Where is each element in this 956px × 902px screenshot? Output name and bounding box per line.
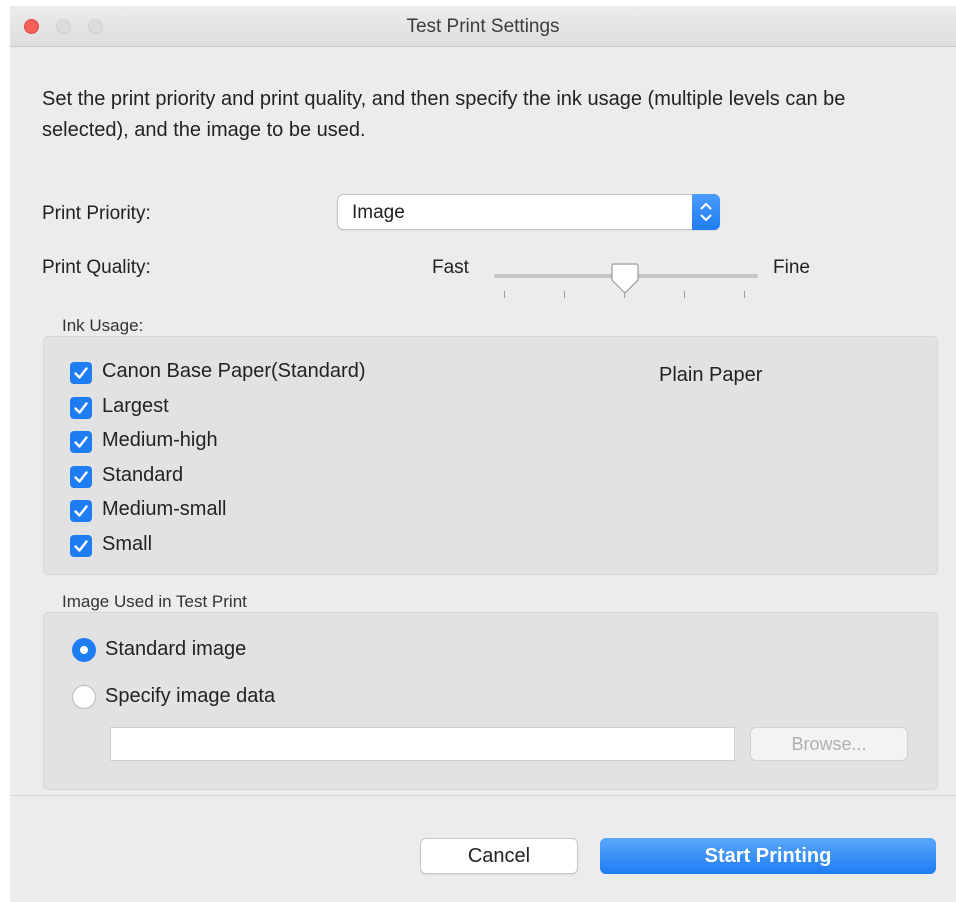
- image-path-field[interactable]: [110, 727, 735, 761]
- slider-knob[interactable]: [610, 262, 640, 296]
- checkbox-checked-icon: [70, 535, 92, 557]
- title-bar: Test Print Settings: [10, 6, 956, 47]
- checkbox-checked-icon: [70, 466, 92, 488]
- checkbox-checked-icon: [70, 431, 92, 453]
- checkbox-label: Largest: [102, 395, 169, 417]
- slider-min-label: Fast: [432, 257, 469, 278]
- browse-button[interactable]: Browse...: [750, 727, 908, 761]
- checkbox-checked-icon: [70, 500, 92, 522]
- checkbox-checked-icon: [70, 362, 92, 384]
- checkbox-checked-icon: [70, 397, 92, 419]
- slider-tick: [744, 291, 745, 298]
- image-section-label: Image Used in Test Print: [62, 592, 247, 611]
- window-title: Test Print Settings: [406, 16, 560, 37]
- start-printing-button[interactable]: Start Printing: [600, 838, 936, 874]
- slider-tick: [504, 291, 505, 298]
- print-priority-value: Image: [352, 202, 405, 223]
- radio-label: Standard image: [105, 638, 247, 660]
- checkbox-label: Small: [102, 533, 153, 555]
- separator: [10, 795, 956, 796]
- slider-tick: [684, 291, 685, 298]
- print-quality-label: Print Quality:: [42, 257, 151, 278]
- radio-unselected-icon: [72, 685, 96, 709]
- slider-tick: [564, 291, 565, 298]
- radio-selected-icon: [72, 638, 96, 662]
- cancel-button[interactable]: Cancel: [420, 838, 578, 874]
- paper-type-label: Plain Paper: [659, 364, 763, 386]
- radio-label: Specify image data: [105, 685, 276, 707]
- ink-usage-label: Ink Usage:: [62, 316, 144, 335]
- checkbox-label: Medium-small: [102, 498, 227, 520]
- print-priority-label: Print Priority:: [42, 203, 151, 224]
- checkbox-label: Canon Base Paper(Standard): [102, 360, 366, 382]
- print-priority-popup[interactable]: Image: [337, 194, 720, 230]
- dialog-window: Test Print Settings Set the print priori…: [10, 6, 956, 902]
- slider-max-label: Fine: [773, 257, 810, 278]
- checkbox-label: Standard: [102, 464, 184, 486]
- updown-chevron-icon: [692, 194, 720, 230]
- checkbox-label: Medium-high: [102, 429, 218, 451]
- intro-text: Set the print priority and print quality…: [42, 88, 846, 141]
